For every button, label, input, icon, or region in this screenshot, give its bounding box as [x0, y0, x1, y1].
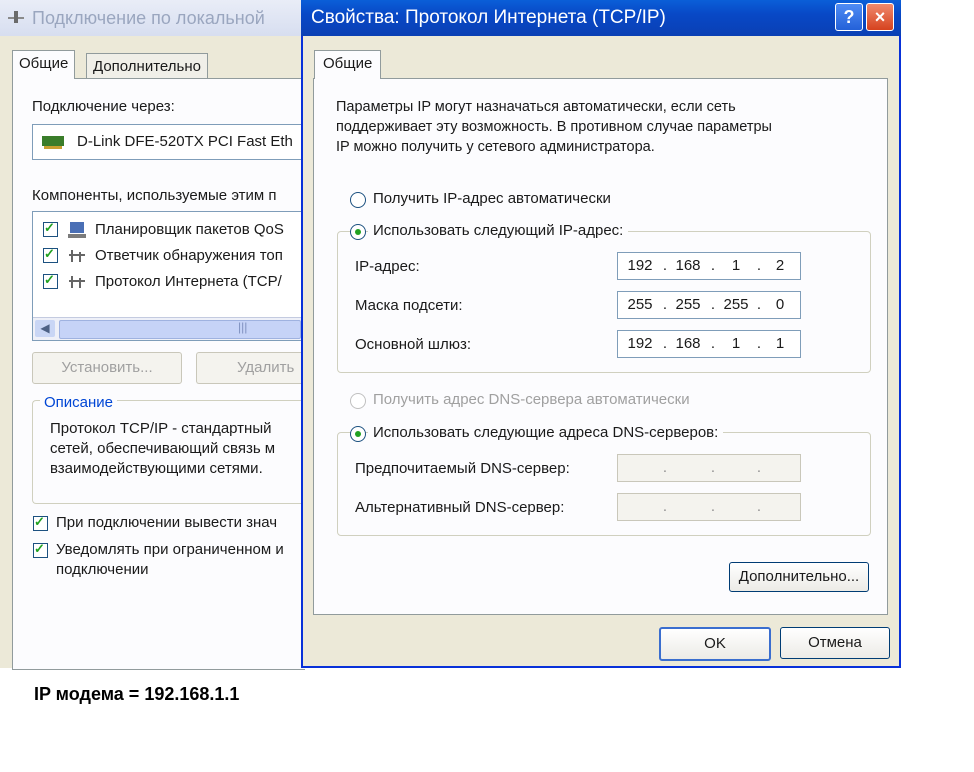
- component-label: Планировщик пакетов QoS: [95, 221, 284, 238]
- mask-octet: 255: [627, 296, 653, 313]
- component-checkbox[interactable]: [43, 246, 58, 263]
- network-icon: [68, 222, 86, 238]
- list-item[interactable]: Протокол Интернета (TCP/: [33, 270, 305, 294]
- auto-dns-radio[interactable]: [350, 393, 366, 409]
- show-icon-checkbox[interactable]: [33, 514, 48, 531]
- gateway-label: Основной шлюз:: [355, 336, 472, 353]
- description-line: Протокол TCP/IP - стандартный: [50, 420, 272, 437]
- preferred-dns-label: Предпочитаемый DNS-сервер:: [355, 460, 570, 477]
- component-checkbox[interactable]: [43, 220, 58, 237]
- notify-limited-label-line2: подключении: [56, 561, 149, 578]
- intro-line: поддерживает эту возможность. В противно…: [336, 119, 772, 135]
- octet-separator: .: [662, 257, 668, 274]
- octet-separator: .: [756, 459, 762, 476]
- octet-separator: .: [662, 459, 668, 476]
- octet-separator: .: [710, 498, 716, 515]
- mask-octet: 255: [675, 296, 701, 313]
- horizontal-scrollbar[interactable]: ◀ |||: [33, 317, 305, 340]
- adapter-name: D-Link DFE-520TX PCI Fast Eth: [77, 133, 293, 150]
- description-line: сетей, обеспечивающий связь м: [50, 440, 276, 457]
- description-line: взаимодействующими сетями.: [50, 460, 263, 477]
- dialog-title: Свойства: Протокол Интернета (TCP/IP): [311, 7, 666, 28]
- alternate-dns-label: Альтернативный DNS-сервер:: [355, 499, 565, 516]
- auto-ip-label: Получить IP-адрес автоматически: [373, 190, 611, 207]
- ip-address-field[interactable]: 192 . 168 . 1 . 2: [617, 252, 801, 280]
- scroll-left-icon[interactable]: ◀: [35, 320, 55, 337]
- help-icon[interactable]: ?: [835, 3, 863, 31]
- tab-general[interactable]: Общие: [314, 50, 382, 79]
- auto-ip-radio[interactable]: [350, 192, 366, 208]
- octet-separator: .: [710, 459, 716, 476]
- preferred-dns-field[interactable]: . . .: [617, 454, 801, 482]
- intro-line: Параметры IP могут назначаться автоматич…: [336, 99, 736, 115]
- gateway-octet: 1: [775, 335, 785, 352]
- gateway-octet: 192: [627, 335, 653, 352]
- subnet-mask-field[interactable]: 255 . 255 . 255 . 0: [617, 291, 801, 319]
- list-item[interactable]: Ответчик обнаружения топ: [33, 244, 305, 268]
- octet-separator: .: [756, 498, 762, 515]
- ip-address-label: IP-адрес:: [355, 258, 420, 275]
- grip-icon: |||: [238, 320, 248, 334]
- octet-separator: .: [662, 498, 668, 515]
- tab-label: Общие: [323, 55, 373, 72]
- network-connection-icon: [8, 11, 24, 23]
- tab-general-back[interactable]: Общие: [12, 50, 76, 79]
- modem-ip-note: IP модема = 192.168.1.1: [34, 684, 240, 704]
- install-button[interactable]: Установить...: [32, 352, 182, 384]
- components-label: Компоненты, используемые этим п: [32, 187, 277, 204]
- mask-octet: 255: [723, 296, 749, 313]
- protocol-icon: [69, 250, 85, 262]
- tab-label: Дополнительно: [93, 58, 201, 75]
- show-icon-label: При подключении вывести знач: [56, 514, 278, 531]
- manual-ip-label: Использовать следующий IP-адрес:: [368, 222, 629, 239]
- subnet-mask-label: Маска подсети:: [355, 297, 463, 314]
- component-label: Ответчик обнаружения топ: [95, 247, 283, 264]
- component-label: Протокол Интернета (TCP/: [95, 273, 282, 290]
- back-window-titlebar[interactable]: Подключение по локальной: [0, 0, 303, 36]
- close-icon[interactable]: ×: [866, 3, 894, 31]
- scrollbar-thumb[interactable]: |||: [59, 320, 301, 339]
- octet-separator: .: [662, 296, 668, 313]
- list-item[interactable]: Планировщик пакетов QoS: [33, 218, 305, 242]
- alternate-dns-field[interactable]: . . .: [617, 493, 801, 521]
- manual-ip-radio[interactable]: [350, 224, 366, 240]
- notify-limited-label: Уведомлять при ограниченном и: [56, 541, 284, 558]
- ok-button[interactable]: OK: [659, 627, 771, 661]
- ip-octet: 168: [675, 257, 701, 274]
- manual-dns-radio[interactable]: [350, 426, 366, 442]
- network-card-icon: [42, 136, 64, 149]
- advanced-button[interactable]: Дополнительно...: [729, 562, 869, 592]
- tab-advanced-back[interactable]: Дополнительно: [86, 53, 208, 80]
- gateway-octet: 1: [731, 335, 741, 352]
- components-list: Планировщик пакетов QoS Ответчик обнаруж…: [32, 211, 305, 341]
- octet-separator: .: [710, 257, 716, 274]
- octet-separator: .: [710, 335, 716, 352]
- tab-label: Общие: [19, 55, 69, 72]
- octet-separator: .: [662, 335, 668, 352]
- mask-octet: 0: [775, 296, 785, 313]
- component-checkbox[interactable]: [43, 272, 58, 289]
- ip-octet: 2: [775, 257, 785, 274]
- gateway-field[interactable]: 192 . 168 . 1 . 1: [617, 330, 801, 358]
- connect-via-label: Подключение через:: [32, 98, 175, 115]
- cancel-button[interactable]: Отмена: [780, 627, 890, 659]
- manual-dns-label: Использовать следующие адреса DNS-сервер…: [368, 424, 724, 441]
- remove-button[interactable]: Удалить: [196, 352, 304, 384]
- notify-limited-checkbox[interactable]: [33, 541, 48, 558]
- octet-separator: .: [710, 296, 716, 313]
- description-label: Описание: [40, 394, 118, 411]
- auto-dns-label: Получить адрес DNS-сервера автоматически: [373, 391, 690, 408]
- adapter-box: D-Link DFE-520TX PCI Fast Eth: [32, 124, 305, 160]
- dialog-titlebar[interactable]: Свойства: Протокол Интернета (TCP/IP) ? …: [301, 0, 901, 36]
- back-window-title: Подключение по локальной: [32, 8, 265, 28]
- ip-octet: 1: [731, 257, 741, 274]
- gateway-octet: 168: [675, 335, 701, 352]
- protocol-icon: [69, 276, 85, 288]
- intro-line: IP можно получить у сетевого администрат…: [336, 139, 655, 155]
- ip-octet: 192: [627, 257, 653, 274]
